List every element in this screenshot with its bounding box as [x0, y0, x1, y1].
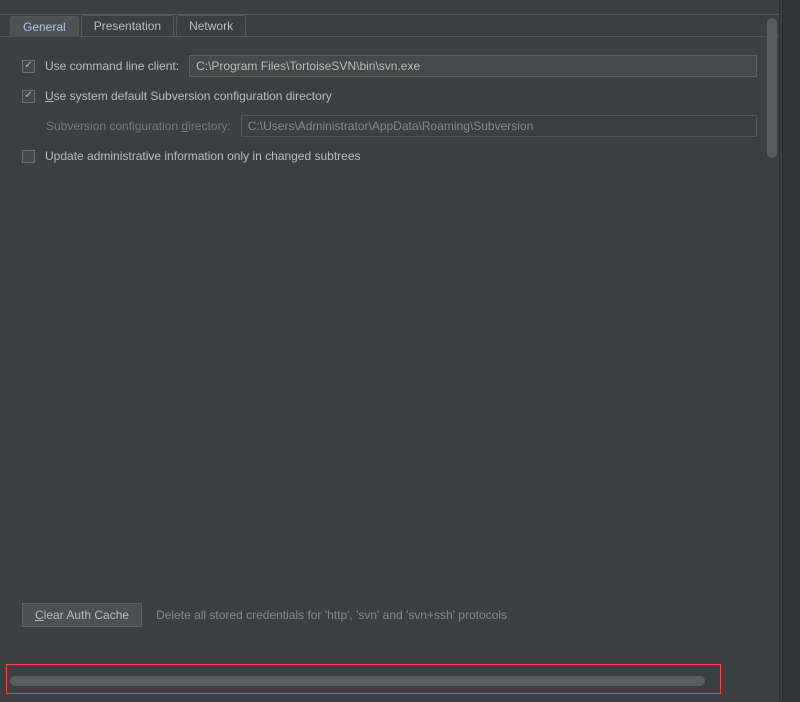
horizontal-scrollbar-track[interactable] — [10, 674, 719, 688]
vertical-scrollbar-thumb[interactable] — [767, 18, 777, 158]
top-bar — [0, 0, 779, 15]
cli-path-input[interactable] — [189, 55, 757, 77]
use-cli-row: Use command line client: — [22, 55, 757, 77]
use-sysdefault-row: Use system default Subversion configurat… — [22, 89, 757, 103]
bottom-section: Clear Auth Cache Delete all stored crede… — [22, 603, 757, 627]
use-cli-label: Use command line client: — [45, 59, 179, 73]
update-admin-row: Update administrative information only i… — [22, 149, 757, 163]
content-area: Use command line client: Use system defa… — [0, 37, 779, 637]
use-sysdefault-mnemonic: U — [45, 89, 54, 103]
use-sysdefault-checkbox[interactable] — [22, 90, 35, 103]
config-dir-label-prefix: Subversion configuration — [46, 119, 181, 133]
clear-auth-cache-button[interactable]: Clear Auth Cache — [22, 603, 142, 627]
settings-panel: General Presentation Network Use command… — [0, 0, 780, 702]
config-dir-input — [241, 115, 757, 137]
horizontal-scrollbar-thumb[interactable] — [10, 676, 705, 686]
tab-network[interactable]: Network — [176, 15, 246, 36]
tab-general[interactable]: General — [10, 16, 79, 37]
config-dir-label: Subversion configuration directory: — [46, 119, 231, 133]
tabs-container: General Presentation Network — [0, 15, 779, 37]
right-edge-panel — [782, 0, 800, 702]
clear-auth-hint: Delete all stored credentials for 'http'… — [156, 608, 507, 622]
config-dir-row: Subversion configuration directory: — [22, 115, 757, 137]
tab-presentation[interactable]: Presentation — [81, 15, 174, 36]
use-sysdefault-text: se system default Subversion configurati… — [54, 89, 332, 103]
clear-auth-text: lear Auth Cache — [44, 608, 129, 622]
update-admin-checkbox[interactable] — [22, 150, 35, 163]
use-cli-checkbox[interactable] — [22, 60, 35, 73]
update-admin-label: Update administrative information only i… — [45, 149, 361, 163]
config-dir-label-rest: irectory: — [188, 119, 231, 133]
clear-auth-mnemonic: C — [35, 608, 44, 622]
use-sysdefault-label: Use system default Subversion configurat… — [45, 89, 332, 103]
